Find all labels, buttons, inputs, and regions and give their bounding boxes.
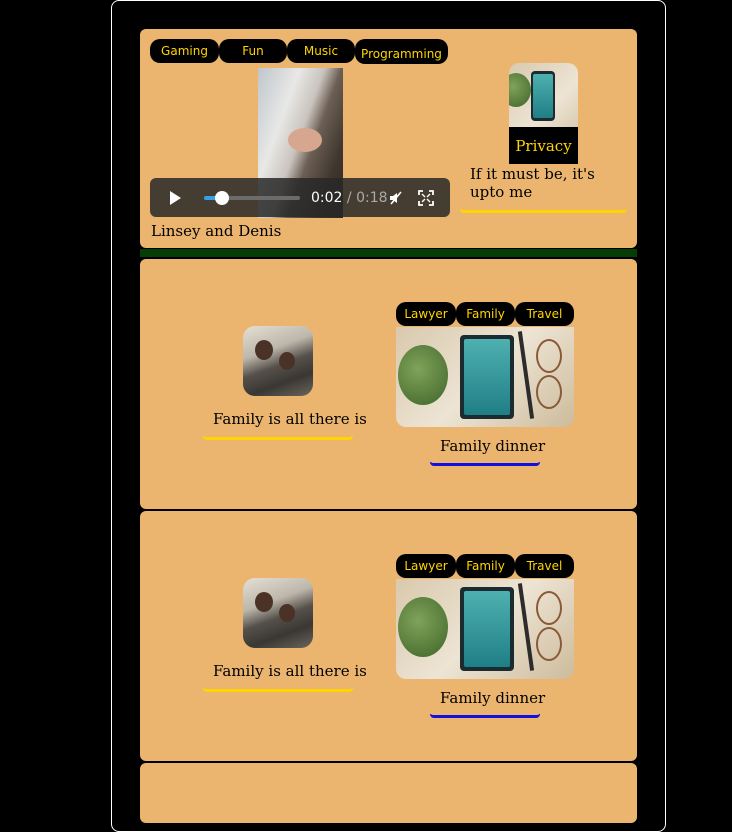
right-caption-underline [430,462,540,466]
family-portrait-2[interactable] [243,578,313,648]
phone-graphic [460,587,514,671]
time-separator: / [342,189,357,206]
plant-graphic [398,597,448,657]
phone-screen [464,339,510,415]
phone-graphic [460,335,514,419]
phone-screen [464,591,510,667]
face-2 [279,604,295,622]
seek-bar[interactable] [204,190,300,205]
phone-graphic [531,71,555,121]
tag-family[interactable]: Family [456,302,515,326]
tag-lawyer[interactable]: Lawyer [396,302,456,326]
play-icon[interactable] [170,190,181,205]
video-controls: 0:02 / 0:18 [150,178,450,217]
face-1 [255,592,273,612]
seek-handle[interactable] [214,190,229,205]
post-left-caption: Family is all there is [213,662,367,680]
right-caption-underline [430,714,540,718]
privacy-badge[interactable]: Privacy [509,127,578,164]
current-time: 0:02 [311,189,343,206]
glasses-graphic [536,375,562,409]
plant-graphic [398,345,448,405]
pen-graphic [517,583,535,671]
family-portrait-1[interactable] [243,326,313,396]
family-dinner-image-1[interactable] [396,327,574,427]
left-caption-underline [203,688,353,692]
privacy-caption: If it must be, it's upto me [470,165,595,201]
face-2 [279,352,295,370]
pen-graphic [517,331,535,419]
video-caption: Linsey and Denis [151,222,282,240]
phone-screen [533,74,553,118]
glasses-graphic [536,591,562,625]
top-tag-bar: Gaming Fun Music Programming [150,39,448,64]
plant-graphic [509,73,531,107]
tag-travel[interactable]: Travel [515,554,574,578]
post-card-3 [140,763,637,823]
left-caption-underline [203,436,353,440]
fullscreen-icon[interactable] [418,190,434,206]
tag-music[interactable]: Music [287,39,355,63]
tag-travel[interactable]: Travel [515,302,574,326]
glasses-graphic [536,627,562,661]
face-1 [255,340,273,360]
tag-lawyer[interactable]: Lawyer [396,554,456,578]
post-left-caption: Family is all there is [213,410,367,428]
post-right-caption: Family dinner [440,437,546,455]
tag-fun[interactable]: Fun [219,39,287,63]
glasses-graphic [536,339,562,373]
duration: 0:18 [356,189,388,206]
tag-programming[interactable]: Programming [355,39,448,64]
time-display: 0:02 / 0:18 [311,190,388,206]
post-right-caption: Family dinner [440,689,546,707]
tag-family[interactable]: Family [456,554,515,578]
family-dinner-image-2[interactable] [396,579,574,679]
tag-gaming[interactable]: Gaming [150,39,219,63]
mute-icon[interactable] [388,190,404,206]
hands-graphic [288,128,322,152]
card-tag-bar: Lawyer Family Travel [396,554,574,578]
card-tag-bar: Lawyer Family Travel [396,302,574,326]
section-divider [140,249,637,257]
caption-underline [460,209,627,213]
